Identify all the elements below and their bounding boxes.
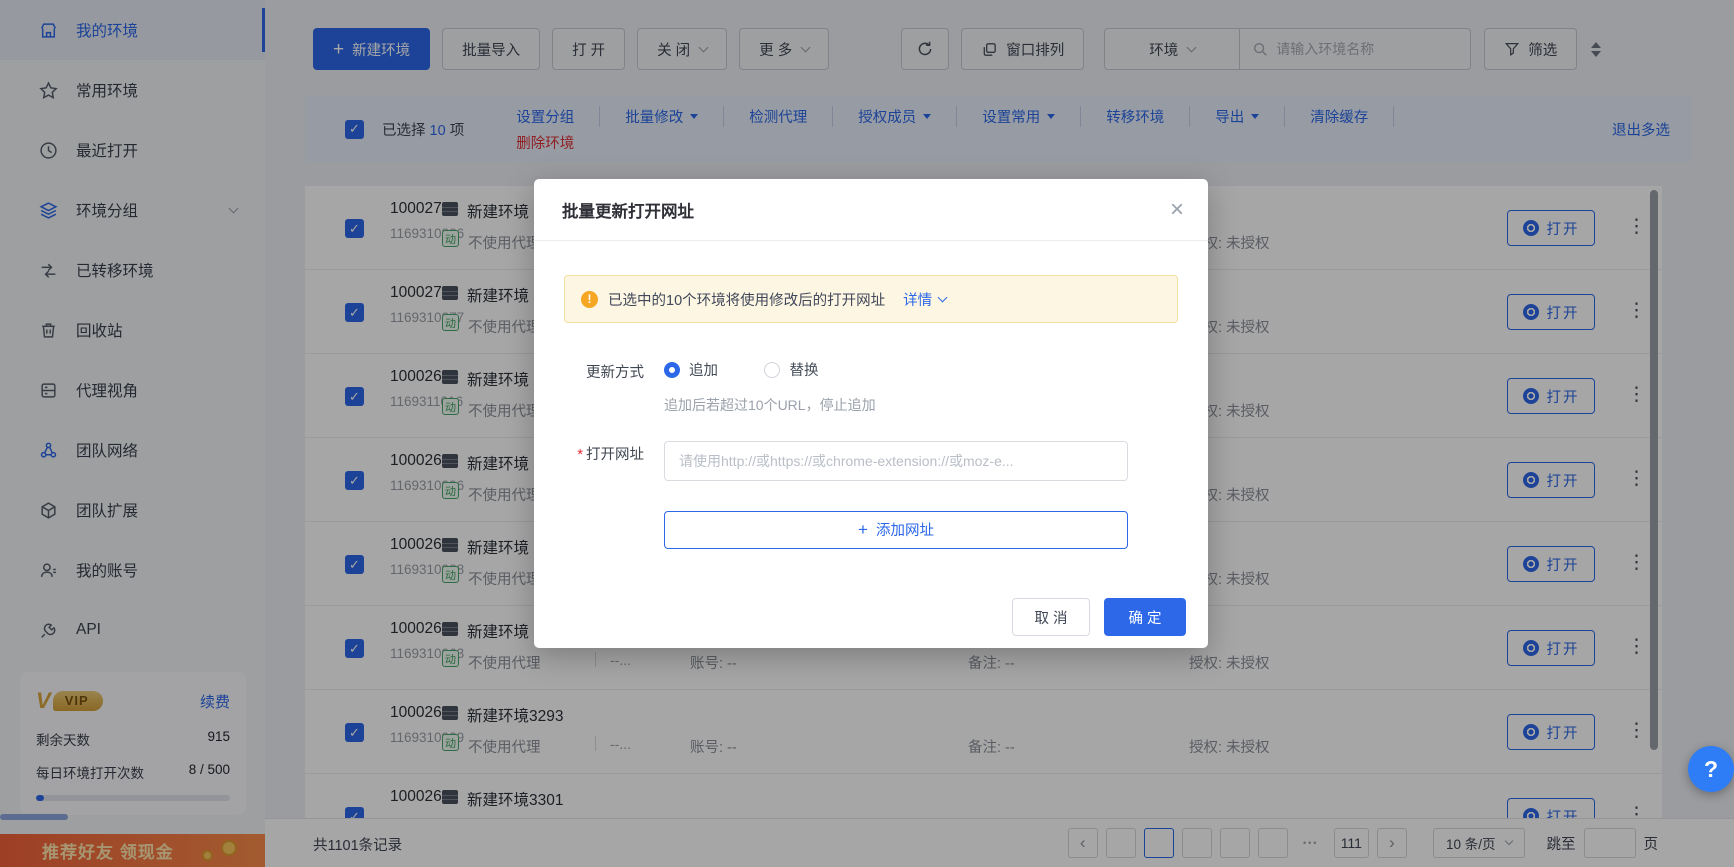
append-radio[interactable]: 追加 xyxy=(664,359,718,380)
details-link[interactable]: 详情 xyxy=(903,289,946,310)
app-window: 我的环境 常用环境 最近打开 环境分组 已转移环境 xyxy=(0,0,1734,867)
add-url-button[interactable]: + 添加网址 xyxy=(664,511,1128,549)
radio-dot xyxy=(764,362,780,378)
dialog-title: 批量更新打开网址 xyxy=(562,198,694,222)
warning-alert: ! 已选中的10个环境将使用修改后的打开网址 详情 xyxy=(564,275,1178,323)
batch-update-url-dialog: 批量更新打开网址 × ! 已选中的10个环境将使用修改后的打开网址 详情 更新方… xyxy=(534,179,1208,648)
replace-radio[interactable]: 替换 xyxy=(764,359,818,380)
append-hint: 追加后若超过10个URL，停止追加 xyxy=(664,395,1178,415)
cancel-button[interactable]: 取 消 xyxy=(1012,598,1090,636)
radio-dot xyxy=(664,362,680,378)
help-button[interactable]: ? xyxy=(1688,746,1734,792)
warning-icon: ! xyxy=(581,291,598,308)
dialog-footer: 取 消 确 定 xyxy=(534,598,1208,648)
plus-icon: + xyxy=(858,520,868,540)
close-icon[interactable]: × xyxy=(1170,198,1184,222)
dialog-header: 批量更新打开网址 × xyxy=(534,179,1208,241)
chevron-down-icon xyxy=(938,292,948,302)
update-mode-row: 更新方式 追加 替换 追加后若超过10个URL，停止追加 xyxy=(564,359,1178,415)
open-url-row: *打开网址 + 添加网址 xyxy=(564,441,1178,549)
dialog-body: ! 已选中的10个环境将使用修改后的打开网址 详情 更新方式 追加 替换 追加后… xyxy=(534,241,1208,575)
update-mode-label: 更新方式 xyxy=(564,359,644,415)
confirm-button[interactable]: 确 定 xyxy=(1104,598,1186,636)
open-url-input[interactable] xyxy=(664,441,1128,481)
open-url-label: *打开网址 xyxy=(564,441,644,549)
